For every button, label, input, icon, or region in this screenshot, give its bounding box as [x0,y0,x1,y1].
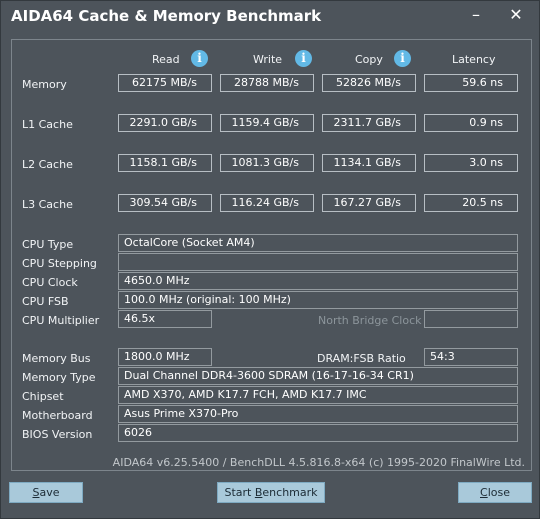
memory-copy-value: 52826 MB/s [322,74,416,92]
l1-read-value: 2291.0 GB/s [118,114,212,132]
save-button[interactable]: Save [9,482,83,503]
north-bridge-clock-label: North Bridge Clock [318,314,422,327]
minimize-button[interactable]: – [464,5,488,25]
close-label: lose [487,486,510,499]
memory-latency-value: 59.6 ns [424,74,518,92]
l2-latency-value: 3.0 ns [424,154,518,172]
memory-type-label: Memory Type [22,371,96,384]
memory-bus-value: 1800.0 MHz [118,348,212,366]
memory-write-value: 28788 MB/s [220,74,314,92]
l2-write-value: 1081.3 GB/s [220,154,314,172]
save-label: ave [39,486,60,499]
read-info-icon[interactable]: i [191,50,208,67]
read-header: Read [152,53,180,66]
window-title: AIDA64 Cache & Memory Benchmark [11,7,322,25]
motherboard-label: Motherboard [22,409,93,422]
start-benchmark-button[interactable]: Start Benchmark [217,482,325,503]
write-info-icon[interactable]: i [295,50,312,67]
l3-latency-value: 20.5 ns [424,194,518,212]
cpu-type-value: OctalCore (Socket AM4) [118,234,518,252]
memory-row-label: Memory [22,78,67,91]
cpu-stepping-value [118,253,518,271]
dram-fsb-ratio-label: DRAM:FSB Ratio [317,352,406,365]
l3-read-value: 309.54 GB/s [118,194,212,212]
bios-version-value: 6026 [118,424,518,442]
cpu-type-label: CPU Type [22,238,74,251]
l1-row-label: L1 Cache [22,118,73,131]
l1-copy-value: 2311.7 GB/s [322,114,416,132]
bios-version-label: BIOS Version [22,428,93,441]
cpu-fsb-label: CPU FSB [22,295,69,308]
cpu-clock-label: CPU Clock [22,276,78,289]
close-button[interactable]: Close [458,482,532,503]
copy-info-icon[interactable]: i [394,50,411,67]
start-label-pre: Start [224,486,255,499]
motherboard-value: Asus Prime X370-Pro [118,405,518,423]
l2-copy-value: 1134.1 GB/s [322,154,416,172]
cpu-multiplier-label: CPU Multiplier [22,314,100,327]
north-bridge-clock-value [424,310,518,328]
benchmark-window: AIDA64 Cache & Memory Benchmark – ✕ Read… [0,0,540,519]
cpu-fsb-value: 100.0 MHz (original: 100 MHz) [118,291,518,309]
cpu-multiplier-value: 46.5x [118,310,212,328]
l2-read-value: 1158.1 GB/s [118,154,212,172]
write-header: Write [253,53,283,66]
l3-row-label: L3 Cache [22,198,73,211]
close-accel: C [480,486,488,499]
copy-header: Copy [355,53,383,66]
chipset-label: Chipset [22,390,64,403]
l1-latency-value: 0.9 ns [424,114,518,132]
latency-header: Latency [452,53,496,66]
cpu-stepping-label: CPU Stepping [22,257,97,270]
version-footer: AIDA64 v6.25.5400 / BenchDLL 4.5.816.8-x… [112,456,525,469]
l3-copy-value: 167.27 GB/s [322,194,416,212]
close-window-button[interactable]: ✕ [504,5,528,25]
l2-row-label: L2 Cache [22,158,73,171]
memory-type-value: Dual Channel DDR4-3600 SDRAM (16-17-16-3… [118,367,518,385]
l1-write-value: 1159.4 GB/s [220,114,314,132]
l3-write-value: 116.24 GB/s [220,194,314,212]
cpu-clock-value: 4650.0 MHz [118,272,518,290]
memory-read-value: 62175 MB/s [118,74,212,92]
memory-bus-label: Memory Bus [22,352,91,365]
chipset-value: AMD X370, AMD K17.7 FCH, AMD K17.7 IMC [118,386,518,404]
dram-fsb-ratio-value: 54:3 [424,348,518,366]
start-label-rest: enchmark [262,486,318,499]
